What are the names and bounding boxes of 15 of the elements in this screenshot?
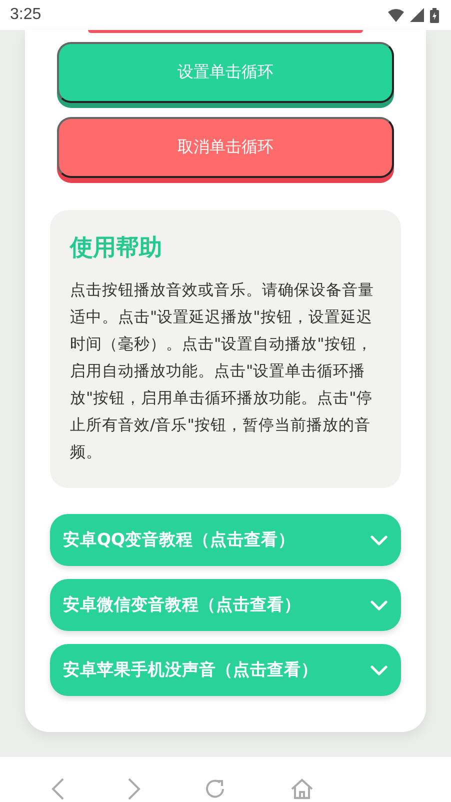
forward-icon[interactable] [127,777,142,801]
accordion-header[interactable]: 安卓微信变音教程（点击查看） [50,579,401,631]
accordion-header[interactable]: 安卓QQ变音教程（点击查看） [50,514,401,566]
help-text: 点击按钮播放音效或音乐。请确保设备音量适中。点击"设置延迟播放"按钮，设置延迟时间（毫秒）。点击"设置自动播放"按钮，启用自动播放功能。点击"设置单击循环播放"按钮，启用单击循环播放功能。点击"停止所有音效/音乐"按钮，暂停当前播放的音频。 [70,280,375,463]
battery-icon [430,8,439,22]
accordion-header[interactable]: 安卓苹果手机没声音（点击查看） [50,644,401,696]
back-icon[interactable] [51,777,66,801]
wifi-icon [388,8,404,22]
help-title: 使用帮助 [70,234,163,263]
accordion-title: 安卓QQ变音教程（点击查看） [63,529,296,551]
status-time: 3:25 [10,6,42,24]
accordion-title: 安卓苹果手机没声音（点击查看） [63,659,318,681]
home-icon[interactable] [290,777,314,801]
accordion-title: 安卓微信变音教程（点击查看） [63,594,301,616]
signal-icon [410,8,424,22]
